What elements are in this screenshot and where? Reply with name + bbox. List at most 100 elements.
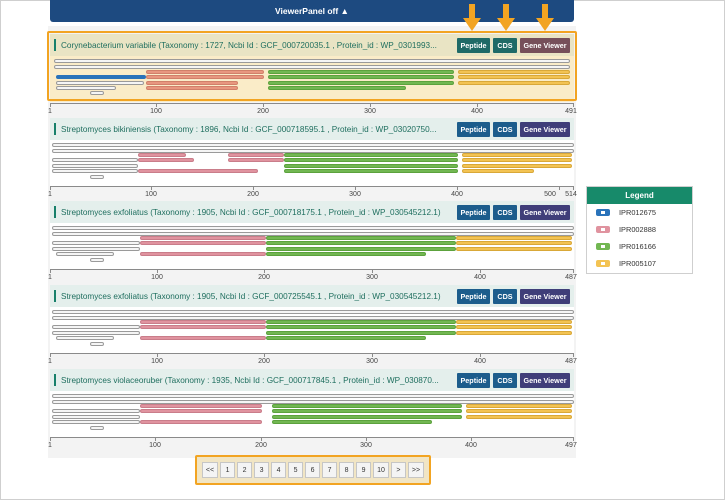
legend-swatch xyxy=(596,226,610,233)
domain-track xyxy=(90,175,104,179)
page-button-5[interactable]: 5 xyxy=(288,462,304,478)
gene-viewer-button[interactable]: Gene Viewer xyxy=(520,373,570,388)
domain-track xyxy=(52,409,140,413)
axis-tick-label: 1 xyxy=(48,191,52,198)
axis-tick xyxy=(372,353,373,357)
domain-track xyxy=(140,252,266,256)
card-title: Streptomyces exfoliatus (Taxonomy : 1905… xyxy=(61,207,441,217)
domain-track xyxy=(462,158,572,162)
legend-panel: Legend IPR012675 IPR002888 IPR016166 IPR… xyxy=(586,186,693,274)
page-button-4[interactable]: 4 xyxy=(271,462,287,478)
axis-tick-label: 300 xyxy=(366,274,378,281)
domain-track xyxy=(52,158,138,162)
axis-tick xyxy=(573,437,574,441)
domain-track xyxy=(90,258,104,262)
domain-track xyxy=(266,241,456,245)
position-axis: 1 100 200 300 400 491 xyxy=(48,103,577,115)
page-button-8[interactable]: 8 xyxy=(339,462,355,478)
domain-track xyxy=(284,153,458,157)
axis-tick xyxy=(50,353,51,357)
page-button-2[interactable]: 2 xyxy=(237,462,253,478)
position-axis: 1 100 200 300 400 487 xyxy=(48,353,577,365)
cds-button[interactable]: CDS xyxy=(493,205,517,220)
axis-tick-label: 200 xyxy=(255,442,267,449)
gene-viewer-button[interactable]: Gene Viewer xyxy=(520,289,570,304)
peptide-button[interactable]: Peptide xyxy=(457,289,490,304)
gene-viewer-button[interactable]: Gene Viewer xyxy=(520,122,570,137)
axis-tick xyxy=(573,103,574,107)
domain-track xyxy=(138,158,194,162)
peptide-button[interactable]: Peptide xyxy=(457,122,490,137)
domain-track xyxy=(52,247,140,251)
page-button-7[interactable]: 7 xyxy=(322,462,338,478)
axis-tick xyxy=(264,353,265,357)
page-next-button[interactable]: > xyxy=(390,462,406,478)
cds-button[interactable]: CDS xyxy=(493,373,517,388)
gene-viewer-button[interactable]: Gene Viewer xyxy=(520,205,570,220)
domain-track xyxy=(52,143,574,147)
axis-tick xyxy=(370,103,371,107)
domain-track xyxy=(56,252,114,256)
axis-tick-label: 1 xyxy=(48,274,52,281)
cds-button[interactable]: CDS xyxy=(493,122,517,137)
axis-tick-label: 300 xyxy=(364,108,376,115)
legend-item: IPR005107 xyxy=(587,255,692,272)
legend-swatch xyxy=(596,243,610,250)
page-button-3[interactable]: 3 xyxy=(254,462,270,478)
domain-track xyxy=(272,420,432,424)
domain-track xyxy=(284,158,458,162)
domain-track xyxy=(140,236,266,240)
domain-track xyxy=(140,320,266,324)
domain-track xyxy=(456,320,572,324)
domain-track xyxy=(266,252,426,256)
axis-tick-label: 491 xyxy=(565,108,577,115)
card-accent xyxy=(54,374,56,386)
page-first-button[interactable]: << xyxy=(201,462,219,478)
cds-button[interactable]: CDS xyxy=(493,289,517,304)
domain-track xyxy=(456,241,572,245)
domain-track xyxy=(266,331,456,335)
axis-tick-label: 100 xyxy=(150,108,162,115)
legend-swatch xyxy=(596,209,610,216)
domain-track xyxy=(52,164,138,168)
domain-track xyxy=(462,153,572,157)
page-button-9[interactable]: 9 xyxy=(356,462,372,478)
page-button-6[interactable]: 6 xyxy=(305,462,321,478)
peptide-button[interactable]: Peptide xyxy=(457,373,490,388)
axis-tick xyxy=(50,186,51,190)
domain-track xyxy=(52,169,138,173)
card-accent xyxy=(54,123,56,135)
axis-tick-label: 200 xyxy=(258,358,270,365)
legend-label: IPR005107 xyxy=(619,259,656,268)
domain-track xyxy=(266,320,456,324)
pagination: << 1 2 3 4 5 6 7 8 9 10 > >> xyxy=(195,455,431,485)
axis-tick xyxy=(559,186,560,190)
axis-tick-label: 200 xyxy=(257,108,269,115)
card-title: Streptomyces exfoliatus (Taxonomy : 1905… xyxy=(61,291,441,301)
page-button-1[interactable]: 1 xyxy=(220,462,236,478)
axis-tick xyxy=(457,186,458,190)
domain-track xyxy=(140,409,262,413)
domain-track xyxy=(462,169,534,173)
axis-tick xyxy=(573,353,574,357)
axis-line xyxy=(50,103,574,104)
axis-tick xyxy=(156,103,157,107)
domain-track xyxy=(52,310,574,314)
axis-tick xyxy=(155,437,156,441)
axis-line xyxy=(50,353,574,354)
axis-tick xyxy=(471,437,472,441)
domain-track xyxy=(456,247,572,251)
domain-track xyxy=(52,394,574,398)
axis-tick xyxy=(372,269,373,273)
legend-item: IPR002888 xyxy=(587,221,692,238)
page-button-10[interactable]: 10 xyxy=(373,462,389,478)
axis-tick-label: 500 xyxy=(544,191,556,198)
axis-tick-label: 100 xyxy=(145,191,157,198)
axis-tick-label: 300 xyxy=(349,191,361,198)
axis-tick xyxy=(264,269,265,273)
axis-line xyxy=(50,437,574,438)
peptide-button[interactable]: Peptide xyxy=(457,205,490,220)
domain-track xyxy=(272,415,462,419)
page-last-button[interactable]: >> xyxy=(407,462,425,478)
legend-swatch xyxy=(596,260,610,267)
